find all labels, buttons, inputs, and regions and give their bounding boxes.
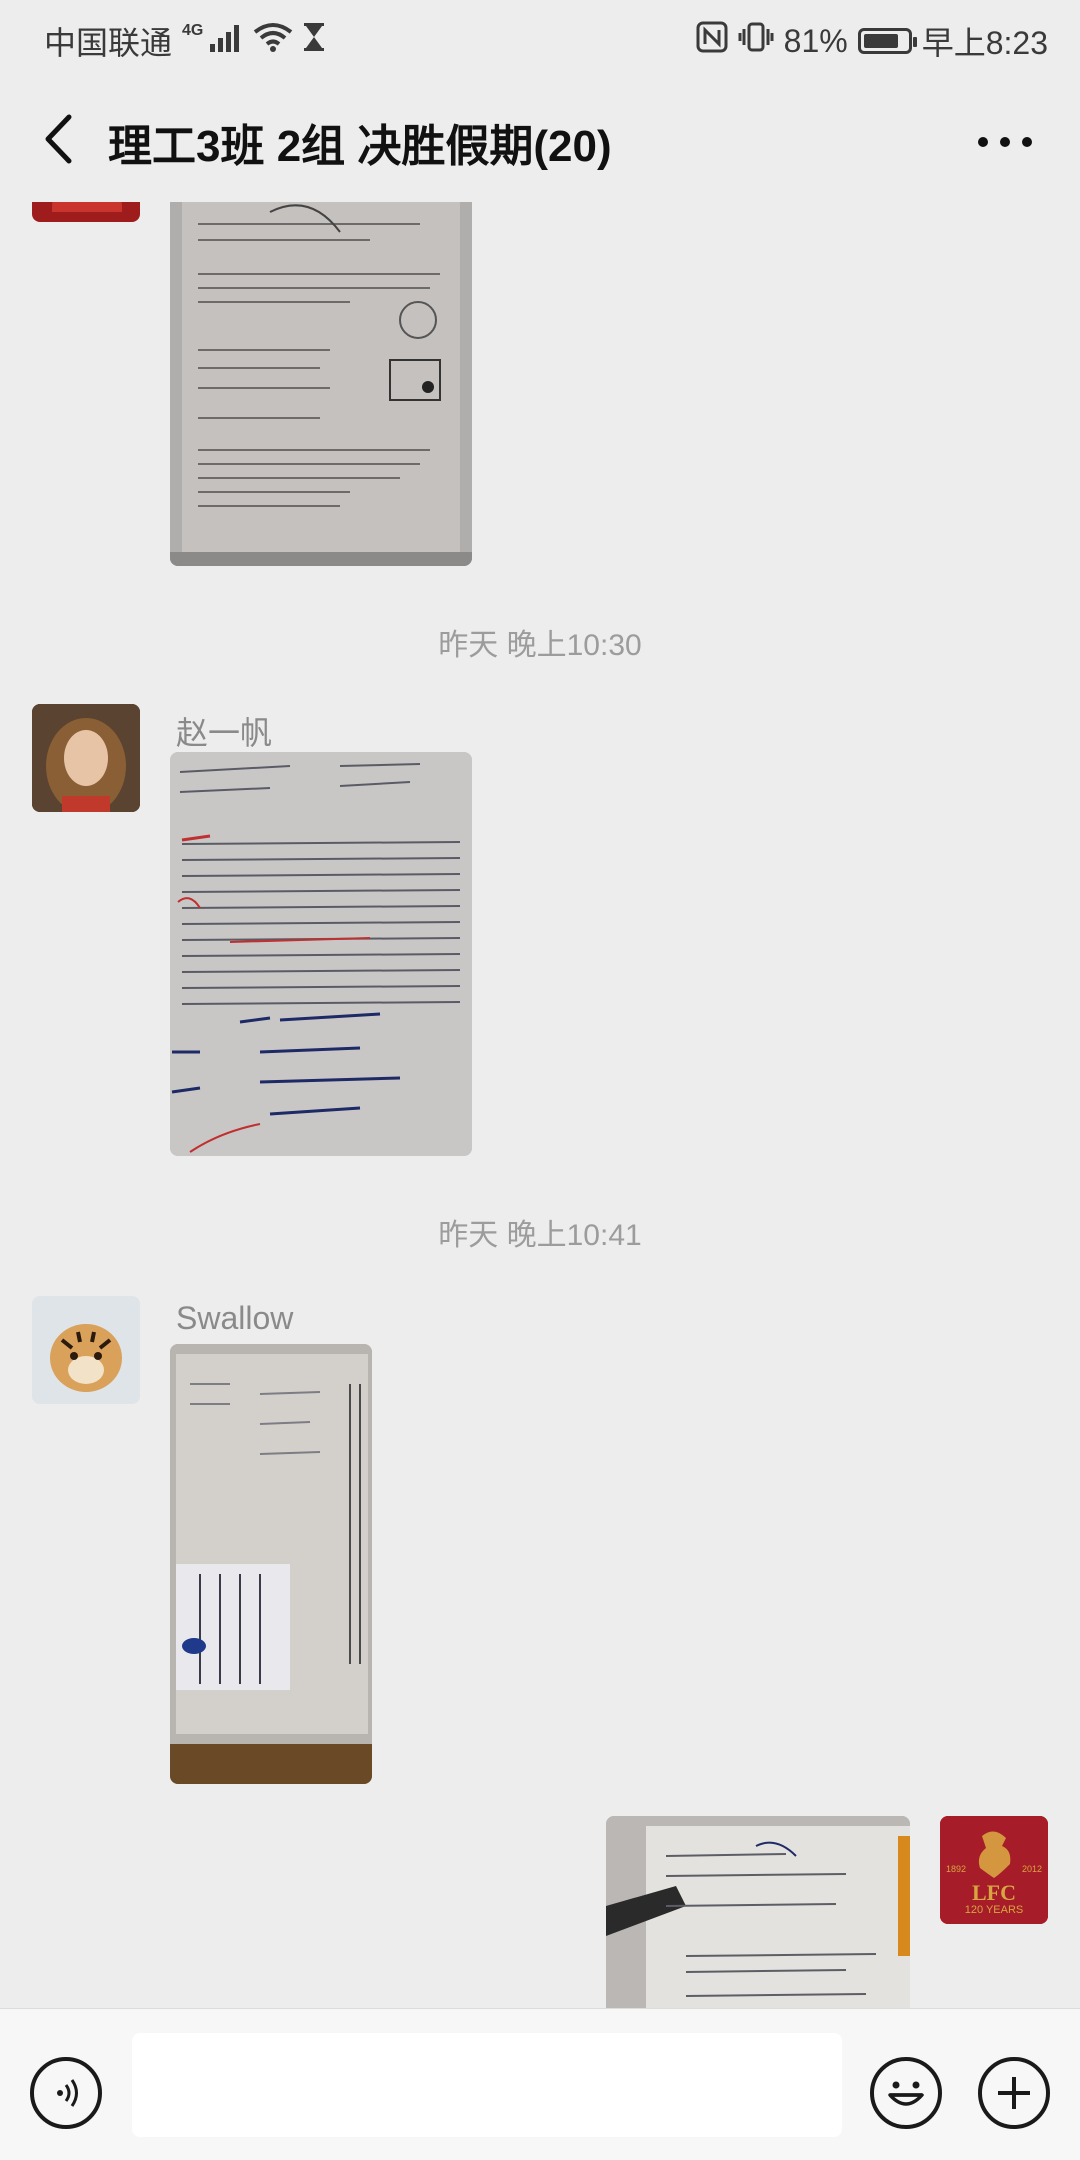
network-type: 4G: [182, 22, 204, 39]
avatar-portrait: [32, 704, 140, 812]
clock-time: 早上8:23: [921, 25, 1048, 61]
vibrate-icon: [738, 21, 774, 61]
plus-icon: [998, 2077, 1030, 2109]
chat-screen: 中国联通 4G 81% 早上8:23 理工3班 2组 决胜假期(20) 昨天 晚…: [0, 0, 1080, 2160]
carrier-name: 中国联通: [44, 25, 173, 61]
sender-name: Swallow: [176, 1300, 294, 1336]
image-message[interactable]: [170, 1344, 372, 1784]
message-list[interactable]: 昨天 晚上10:30 赵一帆 昨天 晚上10:41 Swallow LFC 12…: [0, 202, 1080, 2008]
image-message[interactable]: [170, 752, 472, 1156]
lfc-logo-text: LFC: [972, 1880, 1016, 1905]
battery-percent: 81%: [783, 22, 848, 59]
homework-photo: [170, 752, 472, 1156]
message-input[interactable]: [132, 2033, 842, 2137]
battery-icon: [857, 28, 917, 54]
more-dots-icon: [978, 137, 1032, 147]
notebook-photo: [170, 1344, 372, 1784]
image-message[interactable]: [606, 1816, 910, 2008]
status-bar: 中国联通 4G 81% 早上8:23: [0, 0, 1080, 74]
wifi-icon: [253, 22, 293, 60]
more-functions-button[interactable]: [978, 2057, 1050, 2129]
emoji-icon: [888, 2081, 924, 2106]
signal-icon: [209, 23, 243, 60]
chat-header: 理工3班 2组 决胜假期(20): [0, 74, 1080, 202]
chat-title: 理工3班 2组 决胜假期(20): [108, 122, 612, 171]
image-message[interactable]: [170, 202, 472, 566]
hourglass-icon: [303, 22, 325, 60]
avatar[interactable]: [32, 1296, 140, 1404]
back-button[interactable]: [28, 104, 88, 174]
message-timestamp: 昨天 晚上10:30: [438, 629, 642, 662]
battery-level: [863, 34, 898, 48]
exam-paper-photo: [606, 1816, 910, 2008]
input-bar: [0, 2008, 1080, 2160]
sender-name: 赵一帆: [176, 715, 273, 751]
lfc-subtext: 120 YEARS: [964, 1904, 1024, 1916]
lfc-year-right: 2012: [1021, 1864, 1042, 1874]
avatar-tiger: [32, 1296, 140, 1404]
message-timestamp: 昨天 晚上10:41: [438, 1219, 642, 1252]
lfc-year-left: 1892: [946, 1864, 967, 1874]
emoji-button[interactable]: [870, 2057, 942, 2129]
chevron-left-icon: [45, 114, 72, 164]
self-avatar[interactable]: LFC 120 YEARS 1892 2012: [940, 1816, 1048, 1924]
more-options-button[interactable]: [970, 112, 1040, 172]
voice-button[interactable]: [30, 2057, 102, 2129]
worksheet-photo: [170, 202, 472, 566]
avatar[interactable]: [32, 704, 140, 812]
nfc-icon: [696, 21, 728, 61]
voice-icon: [57, 2079, 78, 2107]
avatar[interactable]: [32, 202, 140, 222]
